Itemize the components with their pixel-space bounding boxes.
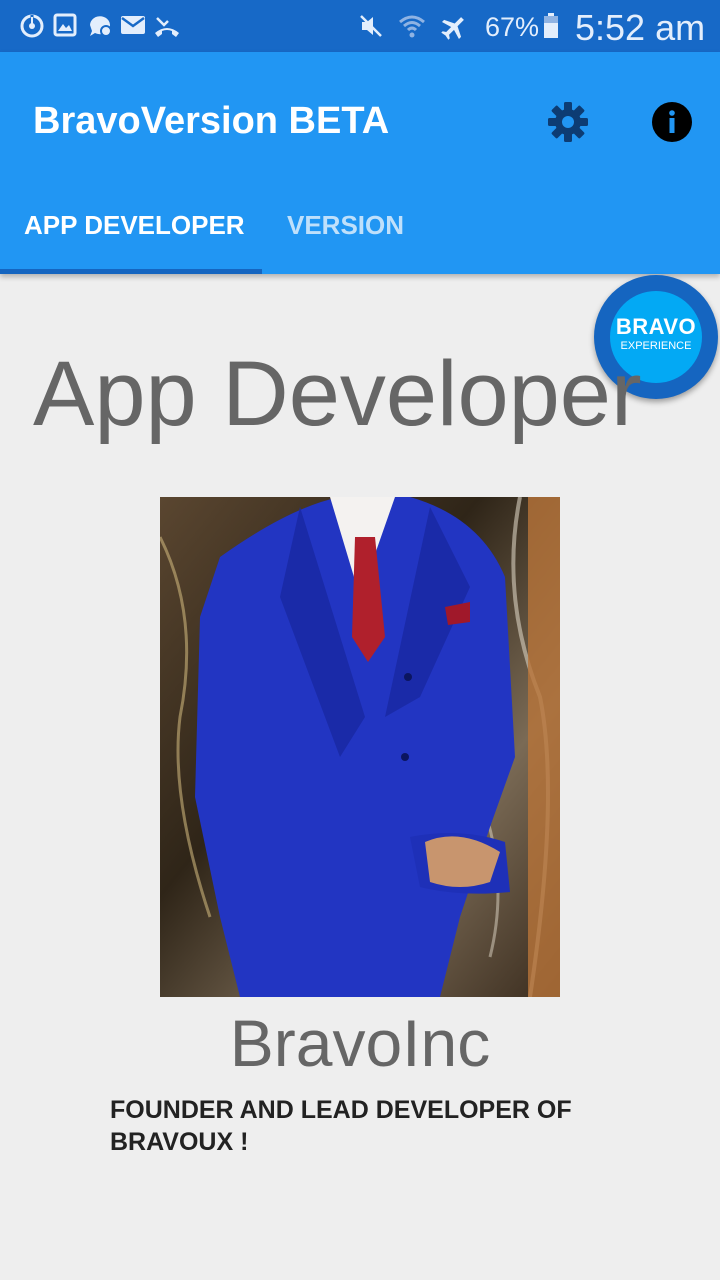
image-icon [53, 13, 77, 37]
missed-call-icon [155, 17, 179, 37]
developer-name: BravoInc [229, 1006, 491, 1080]
wifi-icon [399, 15, 425, 38]
status-bar: 67% 5:52 am [0, 0, 720, 52]
gear-icon [548, 102, 588, 142]
battery-icon [544, 13, 558, 38]
info-icon [652, 102, 692, 142]
mute-icon [360, 15, 382, 37]
app-title: BravoVersion BETA [33, 100, 390, 142]
mail-icon [121, 16, 145, 34]
settings-button[interactable] [544, 98, 592, 146]
app-bar: BravoVersion BETA APP DEVELOPER VERSION [0, 52, 720, 274]
tab-indicator [0, 269, 262, 274]
page-title: App Developer [33, 343, 642, 445]
fab-title: BRAVO [615, 314, 697, 339]
info-button[interactable] [650, 100, 694, 144]
chat-icon [90, 16, 112, 37]
airplane-icon [441, 17, 464, 40]
developer-photo [160, 497, 560, 997]
sync-icon [20, 14, 44, 38]
clock: 5:52 am [575, 7, 706, 48]
tab-version[interactable]: VERSION [287, 210, 404, 241]
developer-description: FOUNDER AND LEAD DEVELOPER OF BRAVOUX ! [110, 1096, 572, 1156]
tab-app-developer[interactable]: APP DEVELOPER [24, 210, 245, 241]
battery-level: 67% [485, 12, 540, 42]
